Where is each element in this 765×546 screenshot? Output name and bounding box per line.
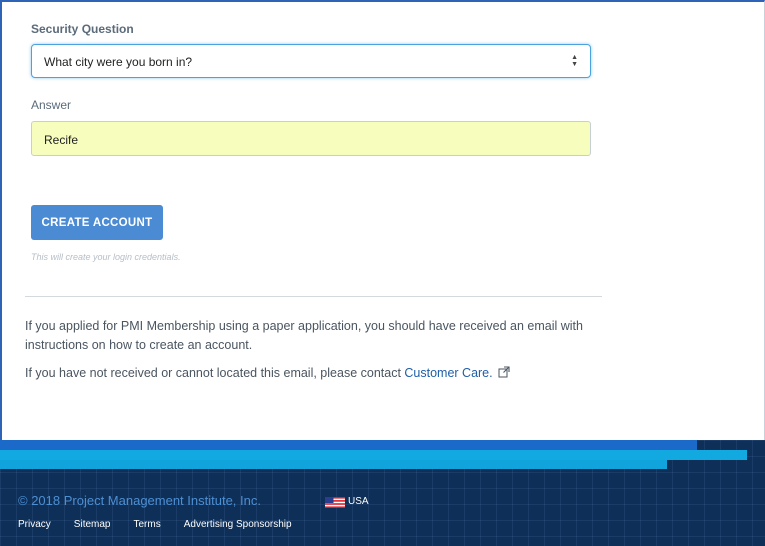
footer-link-privacy[interactable]: Privacy xyxy=(18,519,51,530)
security-question-select[interactable]: What city were you born in? ▲ ▼ xyxy=(31,44,591,78)
create-account-hint: This will create your login credentials. xyxy=(31,252,181,262)
answer-label: Answer xyxy=(31,98,72,112)
select-arrows-icon: ▲ ▼ xyxy=(571,54,578,68)
divider xyxy=(25,296,602,297)
footer-stripe-cyan xyxy=(0,460,667,469)
security-question-label: Security Question xyxy=(31,22,134,36)
footer-links: Privacy Sitemap Terms Advertising Sponso… xyxy=(18,519,315,530)
footer-link-sitemap[interactable]: Sitemap xyxy=(74,519,111,530)
footer-stripe-dark-blue xyxy=(0,440,697,450)
paper-application-text: If you applied for PMI Membership using … xyxy=(25,319,583,352)
contact-text: If you have not received or cannot locat… xyxy=(25,364,605,384)
answer-value: Recife xyxy=(44,133,79,147)
us-flag-icon xyxy=(325,497,345,508)
footer-stripe-light-blue xyxy=(0,450,747,460)
create-account-button[interactable]: CREATE ACCOUNT xyxy=(31,205,163,240)
security-question-value: What city were you born in? xyxy=(44,55,193,69)
country-selector[interactable]: USA xyxy=(348,496,369,507)
footer-link-advertising-sponsorship[interactable]: Advertising Sponsorship xyxy=(184,519,292,530)
external-link-icon[interactable] xyxy=(498,365,510,384)
customer-care-link[interactable]: Customer Care. xyxy=(404,366,492,380)
answer-input[interactable]: Recife xyxy=(31,121,591,156)
copyright-text: © 2018 Project Management Institute, Inc… xyxy=(18,493,261,508)
contact-text-prefix: If you have not received or cannot locat… xyxy=(25,366,405,380)
footer-link-terms[interactable]: Terms xyxy=(133,519,160,530)
footer: © 2018 Project Management Institute, Inc… xyxy=(0,440,765,546)
